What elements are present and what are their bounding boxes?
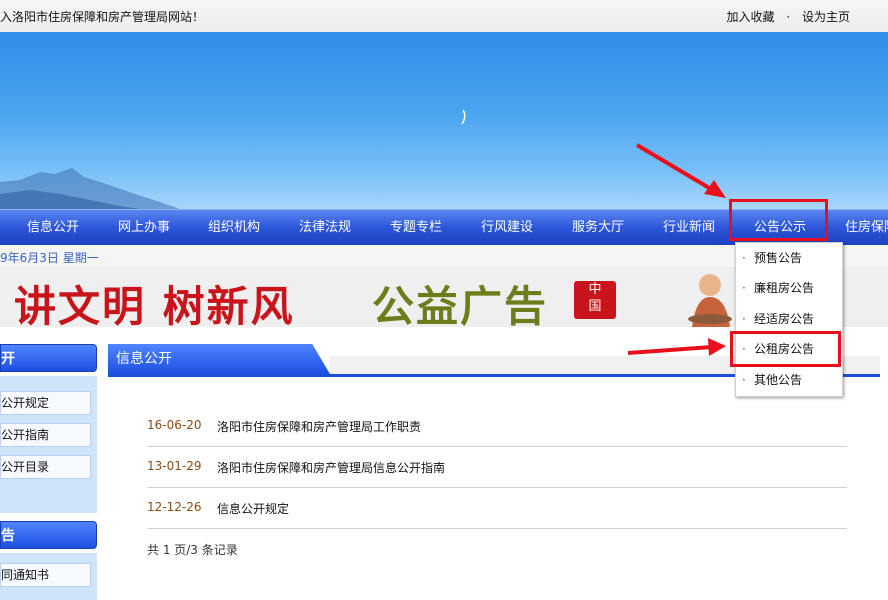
- nav-item-industry-news[interactable]: 行业新闻: [663, 210, 715, 246]
- sidebar-section-info: 公开规定 公开指南 公开目录: [0, 376, 97, 513]
- sidebar-link-guide[interactable]: 公开指南: [0, 423, 91, 447]
- list-item-title[interactable]: 洛阳市住房保障和房产管理局工作职责: [217, 418, 421, 435]
- list-item-title[interactable]: 信息公开规定: [217, 500, 289, 517]
- ad-figure-image: [688, 274, 732, 327]
- nav-item-organization[interactable]: 组织机构: [208, 210, 260, 246]
- tab-info-disclosure[interactable]: 信息公开: [108, 344, 330, 374]
- ad-slogan-1: 讲文明 树新风: [14, 282, 295, 327]
- sidebar-section-notice-title: 告: [1, 528, 15, 544]
- dropdown-item-label: 预售公告: [754, 251, 803, 265]
- ad-slogan-2: 公益广告: [372, 282, 549, 327]
- nav-item-laws[interactable]: 法律法规: [299, 210, 351, 246]
- list-item: 13-01-29 洛阳市住房保障和房产管理局信息公开指南: [147, 447, 847, 488]
- dropdown-item-presale[interactable]: · 预售公告: [736, 243, 840, 274]
- arrow-to-nav-line: [635, 143, 718, 194]
- sidebar-link-rules[interactable]: 公开规定: [0, 391, 91, 415]
- sidebar-section-info-header: 开: [0, 344, 97, 372]
- dropdown-item-other[interactable]: · 其他公告: [736, 365, 840, 396]
- sidebar-section-info-title: 开: [1, 351, 15, 367]
- bullet: ·: [742, 251, 746, 265]
- nav-item-housing[interactable]: 住房保障: [845, 210, 888, 246]
- list-item-date: 16-06-20: [147, 418, 202, 432]
- sidebar-link-catalog[interactable]: 公开目录: [0, 455, 91, 479]
- nav-item-conduct[interactable]: 行风建设: [481, 210, 533, 246]
- dropdown-item-label: 其他公告: [754, 373, 803, 387]
- bullet: ·: [742, 281, 746, 295]
- logo-char-bottom: 国: [588, 299, 602, 314]
- china-dream-logo: 中 国: [574, 281, 616, 319]
- current-date: 9年6月3日 星期一: [0, 251, 99, 265]
- list-item: 16-06-20 洛阳市住房保障和房产管理局工作职责: [147, 406, 847, 447]
- highlight-box-nav: [729, 199, 828, 241]
- list-item-date: 12-12-26: [147, 500, 202, 514]
- dropdown-item-label: 廉租房公告: [754, 281, 815, 295]
- highlight-box-dropdown: [730, 331, 841, 367]
- logo-char-top: 中: [588, 282, 602, 297]
- nav-item-service-hall[interactable]: 服务大厅: [572, 210, 624, 246]
- sidebar-link-contract-notice[interactable]: 同通知书: [0, 563, 91, 587]
- list-item: 12-12-26 信息公开规定: [147, 488, 847, 529]
- dropdown-item-lowrent[interactable]: · 廉租房公告: [736, 273, 840, 304]
- bullet: ·: [742, 373, 746, 387]
- list-item-title[interactable]: 洛阳市住房保障和房产管理局信息公开指南: [217, 459, 445, 476]
- nav-item-online-service[interactable]: 网上办事: [118, 210, 170, 246]
- list-item-date: 13-01-29: [147, 459, 202, 473]
- nav-item-special-topics[interactable]: 专题专栏: [390, 210, 442, 246]
- pagination-summary: 共 1 页/3 条记录: [147, 543, 238, 557]
- nav-item-info-disclosure[interactable]: 信息公开: [27, 210, 79, 246]
- sidebar-section-notice: 同通知书: [0, 553, 97, 600]
- announcements-dropdown: · 预售公告 · 廉租房公告 · 经适房公告 · 公租房公告 · 其他公告: [735, 242, 843, 397]
- dropdown-item-label: 经适房公告: [754, 312, 815, 326]
- sidebar-section-notice-header: 告: [0, 521, 97, 549]
